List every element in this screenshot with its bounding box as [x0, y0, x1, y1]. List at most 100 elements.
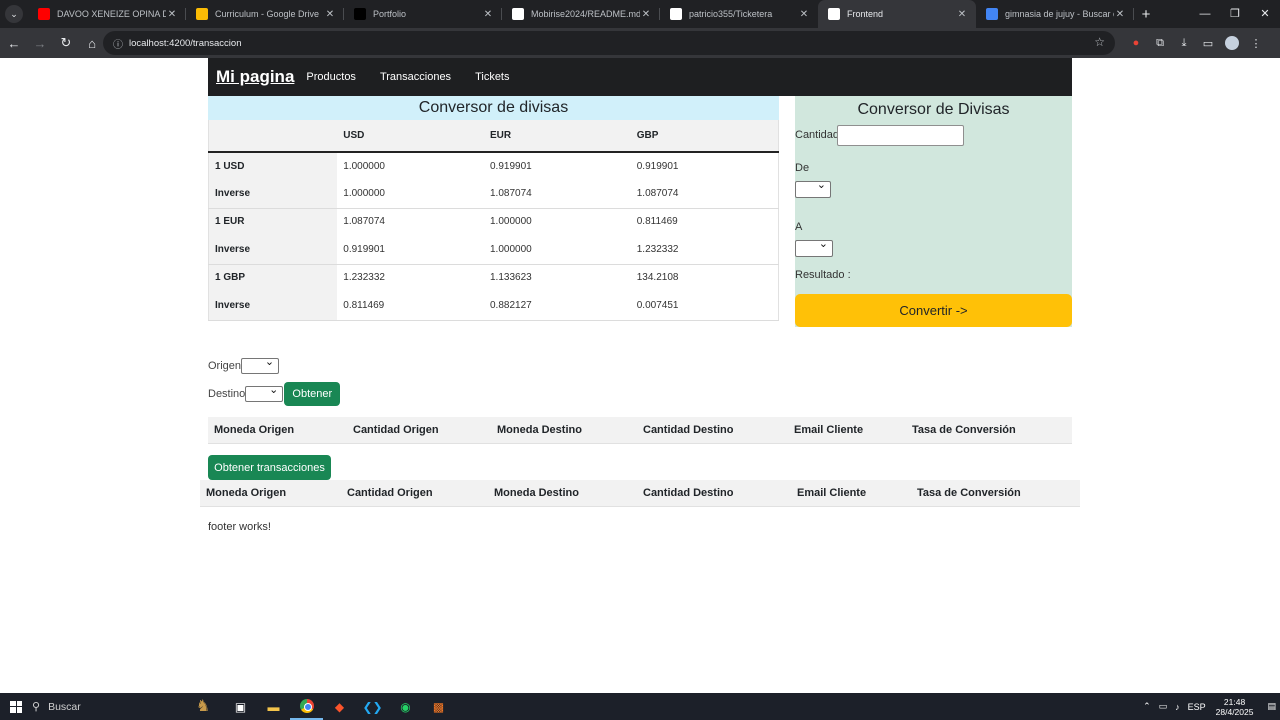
- address-bar[interactable]: ⓘ localhost:4200/transaccion ☆: [103, 31, 1115, 55]
- windows-logo-icon: [10, 700, 22, 713]
- close-tab-icon[interactable]: ✕: [640, 9, 652, 20]
- close-tab-icon[interactable]: ✕: [482, 9, 494, 20]
- brave-icon[interactable]: ◆: [323, 693, 356, 720]
- back-button[interactable]: ←: [2, 31, 26, 55]
- close-tab-icon[interactable]: ✕: [166, 9, 178, 20]
- site-info-icon[interactable]: ⓘ: [113, 36, 129, 51]
- brand-link[interactable]: Mi pagina: [216, 67, 294, 87]
- taskbar-search[interactable]: ⚲ Buscar: [32, 693, 182, 720]
- get-transactions-button[interactable]: Obtener transacciones: [208, 455, 331, 480]
- chrome-icon[interactable]: [290, 693, 323, 720]
- footer-text: footer works!: [208, 521, 271, 533]
- profile-avatar[interactable]: [1225, 36, 1239, 50]
- browser-tab[interactable]: Frontend ✕: [818, 0, 976, 28]
- volume-icon[interactable]: ♪: [1175, 702, 1180, 712]
- amount-label: Cantidad: [795, 129, 840, 141]
- network-icon[interactable]: ▭: [1159, 701, 1168, 712]
- amount-input[interactable]: [837, 125, 964, 146]
- destination-row: Destino Obtener: [208, 382, 341, 406]
- from-label: De: [795, 162, 810, 174]
- col-cantidad-origen: Cantidad Origen: [347, 487, 433, 499]
- clock-time: 21:48: [1223, 696, 1246, 707]
- reload-button[interactable]: ↻: [54, 31, 78, 55]
- tab-search-button[interactable]: ⌄: [0, 0, 28, 28]
- task-view-icon[interactable]: ▣: [224, 693, 257, 720]
- rates-table: USD EUR GBP 1 USD 1.000000 0.919901 0.91990…: [208, 120, 779, 321]
- col-tasa-conversion: Tasa de Conversión: [917, 487, 1021, 499]
- maximize-icon[interactable]: ❐: [1220, 0, 1250, 28]
- close-window-icon[interactable]: ✕: [1250, 0, 1280, 28]
- extension-icon[interactable]: ●: [1124, 37, 1148, 49]
- vscode-icon[interactable]: ❮❯: [356, 693, 389, 720]
- close-tab-icon[interactable]: ✕: [798, 9, 810, 20]
- rates-panel: Conversor de divisas USD EUR GBP 1 USD 1.…: [208, 96, 779, 321]
- nav-link-productos[interactable]: Productos: [306, 71, 356, 83]
- rates-row: Inverse 0.919901 1.000000 1.232332: [208, 235, 779, 264]
- clock[interactable]: 21:48 28/4/2025: [1216, 697, 1254, 717]
- rates-cell: 0.919901: [343, 243, 385, 255]
- browser-tab[interactable]: Mobirise2024/README.md at m✕: [502, 0, 660, 28]
- convert-button[interactable]: Convertir ->: [795, 294, 1072, 327]
- extensions-puzzle-icon[interactable]: ⧉: [1148, 37, 1172, 50]
- rates-row: 1 USD 1.000000 0.919901 0.919901: [208, 151, 779, 179]
- forward-button[interactable]: →: [28, 31, 52, 55]
- col-moneda-destino: Moneda Destino: [494, 487, 579, 499]
- download-icon[interactable]: ⤓: [1172, 37, 1196, 50]
- whatsapp-icon[interactable]: ◉: [389, 693, 422, 720]
- browser-tab[interactable]: Curriculum - Google Drive ✕: [186, 0, 344, 28]
- minimize-icon[interactable]: —: [1190, 0, 1220, 28]
- chevron-up-icon[interactable]: ⌃: [1143, 701, 1151, 712]
- from-select[interactable]: [795, 178, 831, 198]
- rates-row: 1 EUR 1.087074 1.000000 0.811469: [208, 207, 779, 235]
- search-icon: ⚲: [32, 701, 41, 713]
- rates-row-label: 1 EUR: [208, 207, 338, 235]
- rates-cell: 0.811469: [337, 291, 484, 321]
- browser-toolbar: ← → ↻ ⌂ ⓘ localhost:4200/transaccion ☆ ●…: [0, 28, 1280, 58]
- transaction-table-header: Moneda Origen Cantidad Origen Moneda Des…: [208, 417, 1072, 444]
- notifications-icon[interactable]: ▤: [1267, 701, 1276, 712]
- cast-icon[interactable]: ▭: [1196, 37, 1220, 50]
- file-explorer-icon[interactable]: ▬: [257, 693, 290, 720]
- close-tab-icon[interactable]: ✕: [1114, 9, 1126, 20]
- browser-tab[interactable]: Portfolio ✕: [344, 0, 502, 28]
- bookmark-star-icon[interactable]: ☆: [1094, 35, 1105, 49]
- get-button[interactable]: Obtener: [284, 382, 341, 406]
- new-tab-button[interactable]: +: [1134, 6, 1158, 23]
- xampp-icon[interactable]: ▩: [422, 693, 455, 720]
- nav-link-tickets[interactable]: Tickets: [475, 71, 509, 83]
- start-button[interactable]: [0, 693, 32, 720]
- rates-header-row: USD EUR GBP: [208, 120, 779, 153]
- rates-header-usd: USD: [337, 120, 484, 153]
- col-cantidad-destino: Cantidad Destino: [643, 487, 734, 499]
- more-menu-icon[interactable]: ⋮: [1244, 37, 1268, 50]
- col-cantidad-origen: Cantidad Origen: [353, 424, 439, 436]
- browser-tab[interactable]: gimnasia de jujuy - Buscar con✕: [976, 0, 1134, 28]
- toolbar-actions: ● ⧉ ⤓ ▭ ⋮: [1124, 31, 1268, 55]
- close-tab-icon[interactable]: ✕: [956, 9, 968, 20]
- nav-link-transacciones[interactable]: Transacciones: [380, 71, 451, 83]
- rates-cell: 1.087074: [490, 187, 532, 199]
- rates-title: Conversor de divisas: [208, 96, 779, 120]
- home-button[interactable]: ⌂: [80, 31, 104, 55]
- rates-row-label: Inverse: [208, 179, 338, 208]
- close-tab-icon[interactable]: ✕: [324, 9, 336, 20]
- destination-select[interactable]: [245, 383, 284, 402]
- clock-date: 28/4/2025: [1215, 706, 1254, 717]
- search-highlight-deer-icon[interactable]: ♞: [182, 696, 224, 718]
- language-indicator[interactable]: ESP: [1188, 702, 1206, 712]
- col-moneda-origen: Moneda Origen: [206, 487, 287, 499]
- rates-header-gbp: GBP: [630, 120, 779, 153]
- rates-cell: 0.882127: [484, 291, 631, 321]
- rates-row: Inverse 0.811469 0.882127 0.007451: [208, 291, 779, 321]
- rates-cell: 0.811469: [630, 207, 779, 235]
- browser-tab[interactable]: DAVOO XENEIZE OPINA DEL SU✕: [28, 0, 186, 28]
- browser-tab[interactable]: patricio355/Ticketera ✕: [660, 0, 818, 28]
- rates-cell: 1.087074: [337, 207, 484, 235]
- github-icon: [512, 8, 524, 20]
- origin-select[interactable]: [241, 355, 280, 374]
- windows-taskbar: ⚲ Buscar ♞ ▣ ▬ ◆ ❮❯ ◉ ▩ ⌃ ▭ ♪ ESP 21:48 …: [0, 693, 1280, 720]
- rates-cell: 1.000000: [490, 243, 532, 255]
- rates-cell: 0.919901: [484, 151, 631, 179]
- rates-row: Inverse 1.000000 1.087074 1.087074: [208, 179, 779, 208]
- to-select[interactable]: [795, 237, 833, 257]
